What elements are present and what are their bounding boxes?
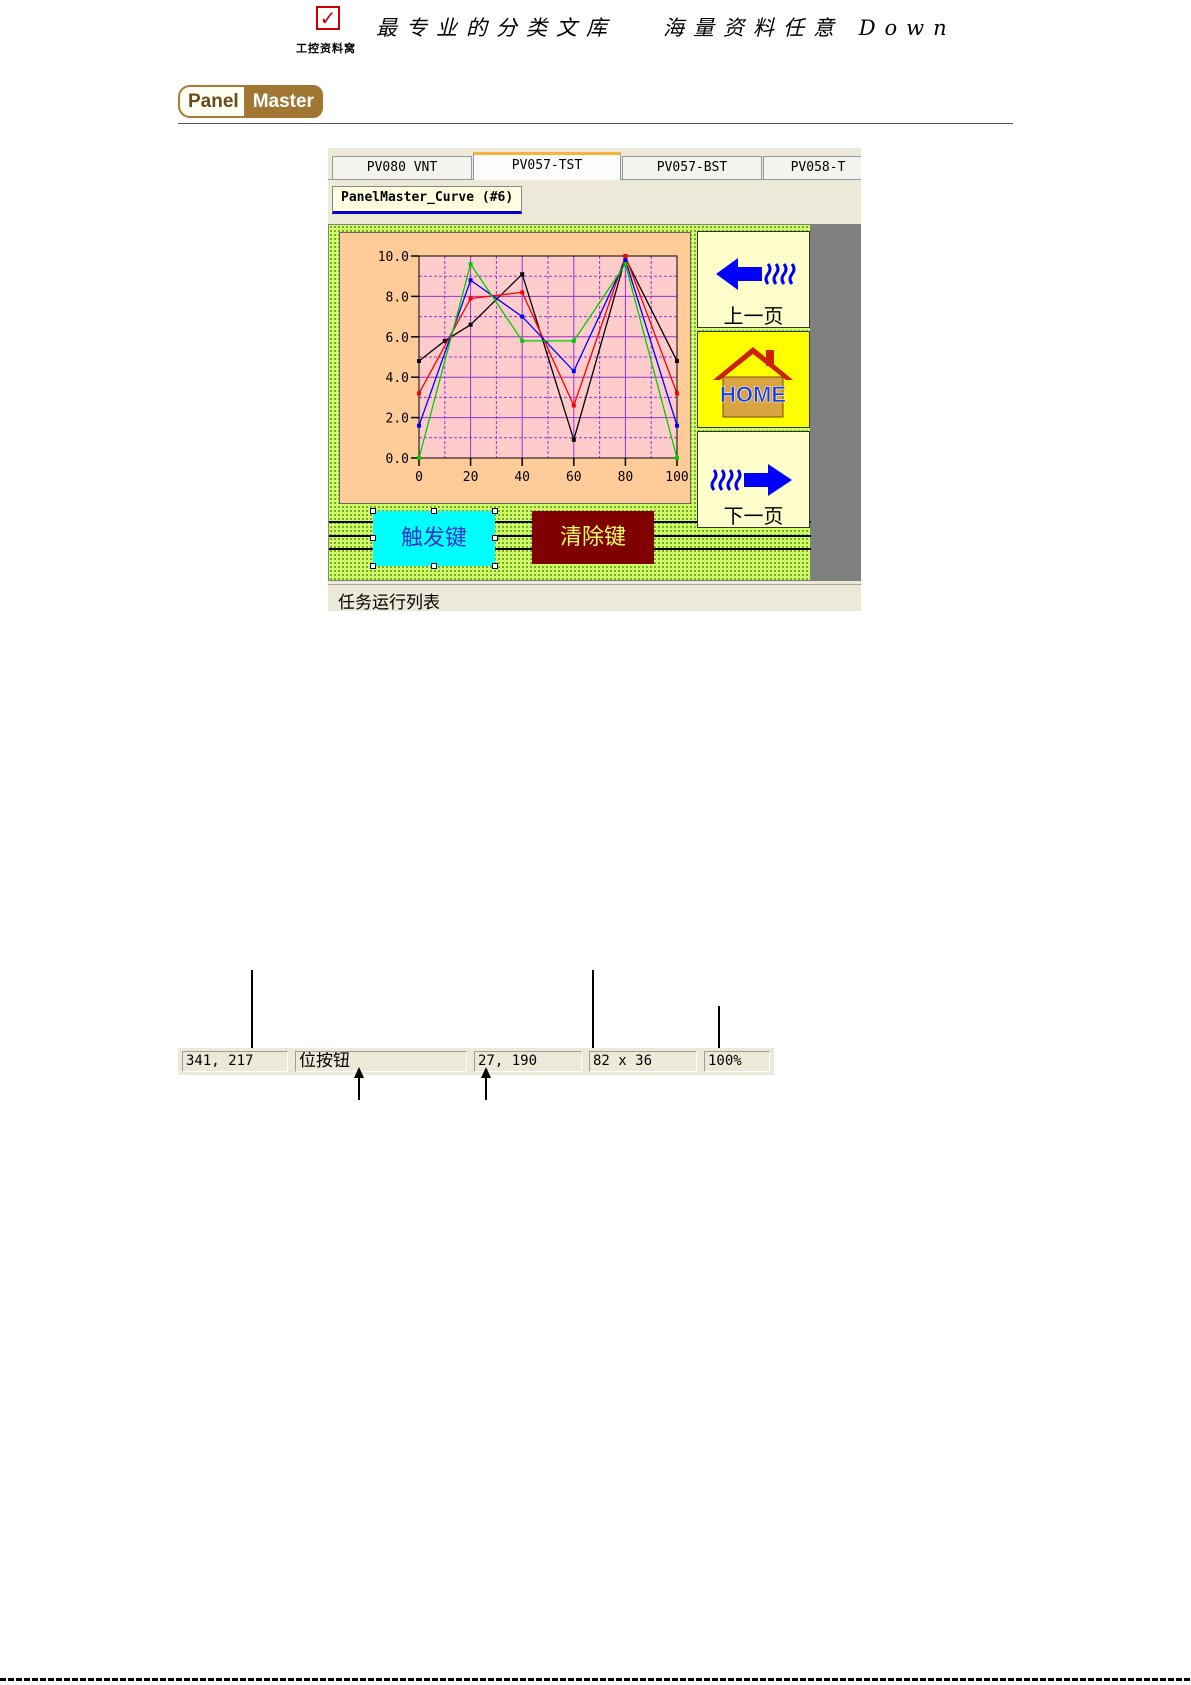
callout-arrow-line [592,970,594,1056]
checkbox-icon: ✓ [316,6,340,30]
data-point [520,338,525,343]
x-tick-label: 100 [665,470,688,485]
tab-pv057-bst[interactable]: PV057-BST [622,156,762,179]
data-point [468,278,473,283]
clear-button[interactable]: 清除键 [532,511,654,564]
site-name: 工控资料窝 [296,42,356,55]
logo-part-master: Master [245,85,323,118]
tab-pv057-tst[interactable]: PV057-TST [473,152,621,180]
x-tick-label: 40 [514,470,530,485]
data-point [571,403,576,408]
y-tick-label: 2.0 [386,412,409,427]
y-tick-label: 10.0 [378,250,409,265]
data-point [675,423,679,428]
left-arrow-icon [716,258,796,290]
home-button[interactable]: HOME [697,331,810,428]
data-point [520,314,525,319]
data-point [417,359,421,364]
data-point [571,437,576,442]
y-tick-label: 6.0 [386,331,409,346]
data-point [520,290,525,295]
data-point [571,369,576,374]
subtab-panelmaster-curve[interactable]: PanelMaster_Curve (#6) [332,186,523,214]
status-bar: 341, 217 位按钮 27, 190 82 x 36 100% [178,1048,774,1075]
data-point [520,272,525,277]
status-object-name: 位按钮 [295,1051,467,1072]
data-point [571,338,576,343]
data-point [623,258,628,263]
data-point [417,391,421,396]
status-cursor-position: 341, 217 [182,1051,288,1072]
home-icon: HOME [713,347,793,418]
data-point [468,322,473,327]
trend-chart-svg: 0.0 2.0 4.0 6.0 8.0 10.0 0 20 40 60 80 100 [378,250,689,485]
data-point [675,391,679,396]
x-tick-label: 60 [566,470,582,485]
data-point [623,262,628,267]
data-point [417,423,421,428]
next-page-label: 下一页 [723,504,784,528]
canvas-margin [811,224,861,581]
data-point [675,359,679,364]
status-object-size: 82 x 36 [589,1051,697,1072]
logo-part-panel: Panel [178,85,246,118]
selection-handle[interactable] [370,563,376,569]
y-tick-label: 4.0 [386,371,409,386]
x-tick-label: 0 [415,470,423,485]
callout-arrow-line [251,970,253,1056]
y-tick-label: 8.0 [386,290,409,305]
trigger-button[interactable]: 触发键 [373,511,495,566]
tab-pv080-vnt[interactable]: PV080 VNT [332,156,472,179]
prev-page-button[interactable]: 上一页 [697,231,810,328]
selection-handle[interactable] [431,508,437,514]
header-tagline: 最专业的分类文库 海量资料任意 Down [376,16,956,40]
data-point [675,456,679,460]
screen-tab-bar: PV080 VNT PV057-TST PV057-BST PV058-T [328,148,861,180]
y-tick-label: 0.0 [386,452,409,467]
task-list-bar: 任务运行列表 [328,584,861,611]
selection-handle[interactable] [492,508,498,514]
trend-chart[interactable]: 0.0 2.0 4.0 6.0 8.0 10.0 0 20 40 60 80 100 [339,232,691,504]
editor-window: PV080 VNT PV057-TST PV057-BST PV058-T Pa… [328,148,861,611]
x-tick-label: 20 [463,470,479,485]
next-page-button[interactable]: 下一页 [697,431,810,528]
data-point [468,262,473,267]
x-tick-label: 80 [618,470,634,485]
callout-arrow-line [485,1070,487,1100]
selection-handle[interactable] [492,535,498,541]
callout-arrow-line [358,1070,360,1100]
data-point [468,296,473,301]
home-label: HOME [720,382,786,407]
selection-handle[interactable] [431,563,437,569]
data-point [417,456,421,460]
selection-handle[interactable] [370,535,376,541]
task-list-label: 任务运行列表 [338,593,440,611]
footer-dashed-rule [0,1678,1191,1681]
data-point [623,254,628,258]
selection-handle[interactable] [370,508,376,514]
tab-pv058[interactable]: PV058-T [763,156,861,179]
design-canvas[interactable]: 0.0 2.0 4.0 6.0 8.0 10.0 0 20 40 60 80 100 上一页 HOME [328,224,812,581]
status-zoom-level: 100% [704,1051,770,1072]
header-divider [178,123,1013,124]
panelmaster-logo: Panel Master [178,85,323,118]
prev-page-label: 上一页 [723,304,784,328]
selection-handle[interactable] [492,563,498,569]
